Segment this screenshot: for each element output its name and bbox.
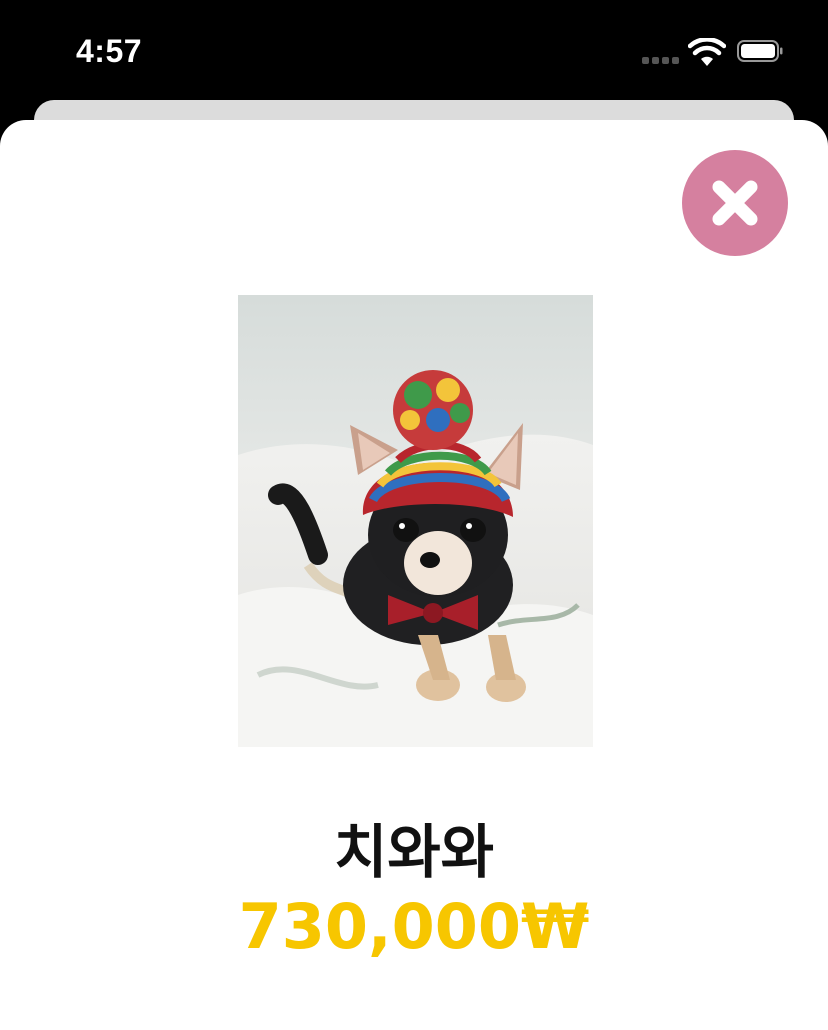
pet-name: 치와와 <box>333 818 495 886</box>
wifi-icon <box>688 38 726 66</box>
cellular-signal-icon <box>642 57 679 64</box>
status-bar: 4:57 <box>0 0 828 100</box>
battery-icon <box>737 40 783 62</box>
pet-photo <box>238 295 593 747</box>
close-button[interactable] <box>682 150 788 256</box>
close-icon <box>712 180 758 226</box>
pet-price: 730,000₩ <box>238 890 590 963</box>
status-time: 4:57 <box>76 33 143 69</box>
